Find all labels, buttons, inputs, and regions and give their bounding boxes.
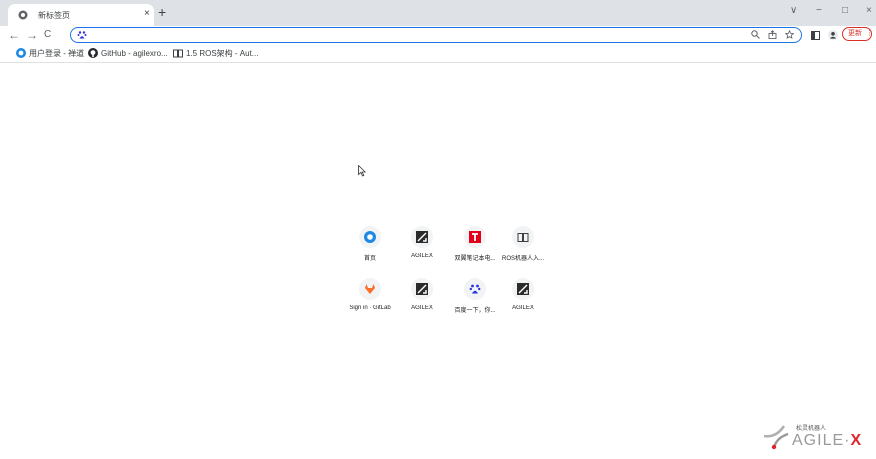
shortcut-label: Sign in · GitLab bbox=[349, 305, 391, 311]
shortcut-tile[interactable]: AGILEX bbox=[392, 278, 452, 318]
minimize-button[interactable]: − bbox=[816, 4, 822, 18]
shortcut-tile[interactable]: AGILEX bbox=[392, 226, 452, 266]
tab-title: 新标签页 bbox=[38, 11, 70, 20]
shortcut-tile[interactable]: Sign in · GitLab bbox=[340, 278, 400, 318]
tab-search-icon[interactable]: ∨ bbox=[790, 4, 797, 18]
agilex-icon bbox=[517, 283, 529, 295]
t-icon bbox=[469, 231, 481, 243]
close-window-button[interactable]: × bbox=[866, 4, 872, 18]
shortcut-tile[interactable]: 首页 bbox=[340, 226, 400, 266]
back-button[interactable]: ← bbox=[8, 28, 20, 42]
logo-brand-text: AGILE·X bbox=[792, 432, 862, 450]
shortcut-icon-bg bbox=[359, 278, 381, 300]
zoom-icon[interactable] bbox=[751, 30, 760, 39]
shortcut-label: AGILEX bbox=[411, 305, 433, 311]
shortcut-icon-bg bbox=[411, 278, 433, 300]
tab-close-button[interactable]: × bbox=[144, 8, 150, 20]
shortcut-icon-bg bbox=[411, 226, 433, 248]
toolbar: ← → C 更新 ⋮ bbox=[0, 26, 876, 46]
shortcut-label: ROS机器人入... bbox=[501, 256, 544, 262]
address-input[interactable] bbox=[91, 29, 731, 40]
side-panel-icon[interactable] bbox=[811, 31, 820, 40]
forward-button[interactable]: → bbox=[26, 28, 38, 42]
shortcut-tile[interactable]: ROS机器人入... bbox=[493, 226, 553, 266]
address-bar[interactable] bbox=[70, 27, 802, 43]
baidu-icon bbox=[77, 31, 87, 39]
tab-strip: 新标签页 × + ∨ − □ × bbox=[0, 0, 876, 26]
reload-button[interactable]: C bbox=[44, 28, 51, 42]
share-icon[interactable] bbox=[768, 30, 777, 39]
shortcut-label: AGILEX bbox=[411, 253, 433, 259]
gitlab-icon bbox=[365, 284, 375, 294]
book-icon bbox=[173, 49, 183, 58]
tab-new-tab[interactable]: 新标签页 × bbox=[8, 4, 154, 26]
logo-brand-x: X bbox=[850, 432, 863, 449]
chrome-icon bbox=[18, 10, 28, 20]
bookmark-item[interactable]: 用户登录 - 禅道 bbox=[16, 48, 84, 59]
update-label: 更新 bbox=[848, 30, 862, 37]
baidu-icon bbox=[469, 284, 481, 294]
bookmark-item[interactable]: GitHub - agilexro... bbox=[88, 48, 168, 59]
logo-chinese-text: 松灵机器人 bbox=[796, 426, 827, 432]
mouse-cursor-icon bbox=[358, 165, 366, 177]
shortcut-tile[interactable]: AGILEX bbox=[493, 278, 553, 318]
shortcut-label: 首页 bbox=[363, 256, 376, 262]
agilex-icon bbox=[416, 231, 428, 243]
book-icon bbox=[517, 233, 529, 242]
agilex-logo-mark bbox=[763, 425, 789, 450]
zentao-icon bbox=[16, 48, 26, 58]
update-button[interactable]: 更新 ⋮ bbox=[842, 27, 873, 41]
shortcut-icon-bg bbox=[512, 278, 534, 300]
shortcut-label: AGILEX bbox=[512, 305, 534, 311]
zentao-icon bbox=[364, 231, 376, 243]
github-icon bbox=[88, 48, 98, 58]
shortcut-icon-bg bbox=[359, 226, 381, 248]
shortcut-icon-bg bbox=[464, 226, 486, 248]
shortcut-icon-bg bbox=[512, 226, 534, 248]
bookmark-item[interactable]: 1.5 ROS架构 - Aut... bbox=[173, 48, 258, 59]
restore-button[interactable]: □ bbox=[842, 4, 848, 18]
profile-icon[interactable] bbox=[828, 30, 838, 40]
logo-brand: AGILE· bbox=[792, 432, 851, 449]
bookmarks-bar: 用户登录 - 禅道 GitHub - agilexro... 1.5 ROS架构… bbox=[0, 46, 876, 63]
bookmark-label: 1.5 ROS架构 - Aut... bbox=[186, 49, 259, 58]
bookmark-star-icon[interactable] bbox=[785, 30, 794, 39]
agilex-logo: 松灵机器人 AGILE·X bbox=[762, 418, 866, 452]
menu-dots-icon[interactable]: ⋮ bbox=[866, 28, 873, 40]
agilex-icon bbox=[416, 283, 428, 295]
bookmark-label: 用户登录 - 禅道 bbox=[29, 49, 85, 58]
bookmark-label: GitHub - agilexro... bbox=[101, 49, 168, 58]
new-tab-button[interactable]: + bbox=[158, 4, 166, 20]
shortcut-icon-bg bbox=[464, 278, 486, 300]
